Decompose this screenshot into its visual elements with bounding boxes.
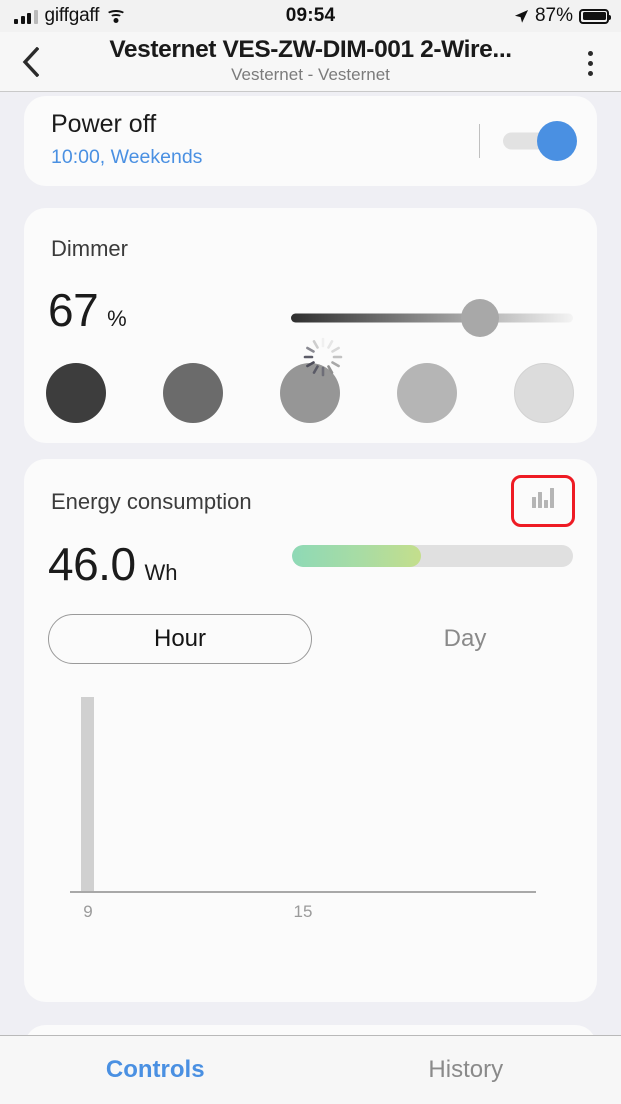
- kebab-menu-icon[interactable]: [569, 42, 611, 84]
- toggle-divider: [478, 124, 480, 158]
- bottom-tab-bar: Controls History: [0, 1035, 621, 1104]
- preset-dark[interactable]: [163, 363, 223, 423]
- toggle-knob: [537, 121, 577, 161]
- scroll-content: Power off 10:00, Weekends Dimmer 67 % En…: [0, 93, 621, 1035]
- period-segmented-control: Hour Day: [24, 614, 597, 664]
- dimmer-unit: %: [107, 306, 127, 331]
- preset-light[interactable]: [397, 363, 457, 423]
- dimmer-presets: [24, 337, 597, 427]
- header-titles: Vesternet VES-ZW-DIM-001 2-Wire... Veste…: [62, 36, 559, 85]
- power-toggle-switch[interactable]: [503, 121, 577, 161]
- energy-progress-fill: [292, 545, 422, 567]
- energy-card-title: Energy consumption: [51, 489, 252, 514]
- chart-bar: [81, 697, 95, 891]
- bar-chart-button[interactable]: [511, 475, 575, 527]
- power-toggle-group: [478, 121, 577, 161]
- dimmer-slider-thumb[interactable]: [460, 299, 499, 337]
- page-title: Vesternet VES-ZW-DIM-001 2-Wire...: [109, 36, 512, 63]
- chart-plot-area: [70, 697, 536, 891]
- energy-unit: Wh: [144, 560, 178, 585]
- power-card-title: Power off: [51, 110, 157, 138]
- page-subtitle: Vesternet - Vesternet: [231, 65, 390, 84]
- dimmer-value-group: 67 %: [48, 283, 127, 337]
- energy-bar-chart: 9 15: [24, 697, 597, 967]
- dimmer-value: 67: [48, 284, 99, 336]
- energy-card: Energy consumption 46.0 Wh Hour Day 9 15: [24, 459, 597, 1002]
- preset-darkest[interactable]: [46, 363, 106, 423]
- bar-chart-icon: [532, 488, 554, 508]
- battery-percent-label: 87%: [534, 5, 573, 26]
- chart-tick-label: 9: [83, 902, 93, 921]
- dimmer-card: Dimmer 67 %: [24, 208, 597, 443]
- activity-spinner-icon: [303, 337, 343, 377]
- energy-value: 46.0: [48, 538, 136, 590]
- dimmer-slider-track: [291, 313, 573, 323]
- tab-controls[interactable]: Controls: [0, 1056, 311, 1084]
- power-card: Power off 10:00, Weekends: [24, 96, 597, 186]
- tab-history[interactable]: History: [311, 1056, 621, 1084]
- app-root: giffgaff 09:54 87% Vesternet VES-ZW-DIM-…: [0, 0, 621, 1104]
- battery-icon: [579, 8, 611, 24]
- energy-progress-bar: [292, 545, 573, 567]
- dimmer-card-title: Dimmer: [51, 236, 128, 261]
- back-button[interactable]: [8, 40, 52, 84]
- dimmer-slider[interactable]: [291, 299, 573, 337]
- status-bar: giffgaff 09:54 87%: [0, 0, 621, 32]
- power-card-schedule[interactable]: 10:00, Weekends: [51, 146, 202, 169]
- next-card-peek: [24, 1025, 597, 1035]
- energy-value-group: 46.0 Wh: [48, 537, 178, 591]
- chart-tick-label: 15: [293, 902, 313, 921]
- tab-hour[interactable]: Hour: [48, 614, 312, 664]
- chevron-left-icon: [22, 47, 39, 77]
- location-arrow-icon: [514, 9, 529, 23]
- navigation-header: Vesternet VES-ZW-DIM-001 2-Wire... Veste…: [0, 32, 621, 92]
- preset-lightest[interactable]: [514, 363, 574, 423]
- status-bar-right: 87%: [514, 5, 611, 27]
- chart-x-axis: [70, 891, 536, 893]
- tab-day[interactable]: Day: [354, 614, 576, 664]
